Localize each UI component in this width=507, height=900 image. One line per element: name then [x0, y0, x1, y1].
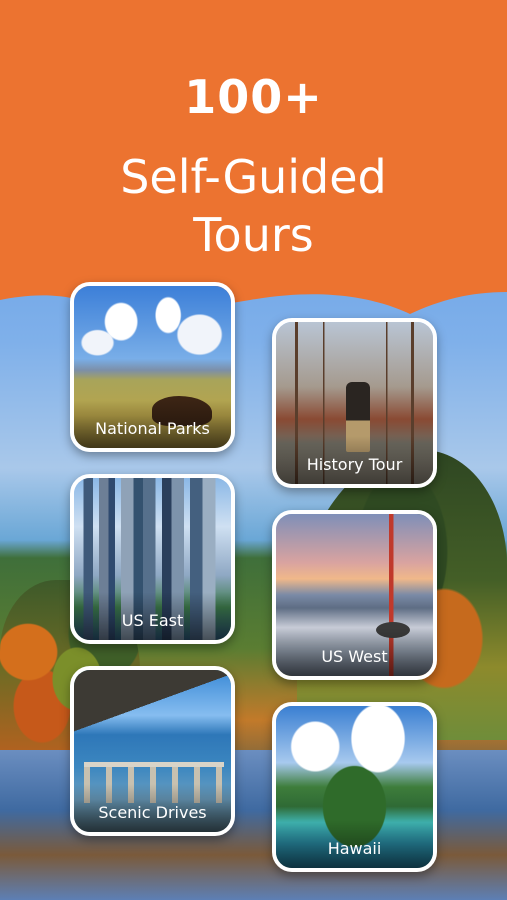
tour-card-label: US West	[276, 628, 433, 676]
headline-count: 100+	[184, 70, 323, 124]
tour-card-scenic-drives[interactable]: Scenic Drives	[70, 666, 235, 836]
headline-text: Self-Guided Tours	[0, 148, 507, 264]
tour-card-hawaii[interactable]: Hawaii	[272, 702, 437, 872]
tour-card-label: Scenic Drives	[74, 784, 231, 832]
tour-card-label: National Parks	[74, 400, 231, 448]
tour-card-history-tour[interactable]: History Tour	[272, 318, 437, 488]
tour-card-national-parks[interactable]: National Parks	[70, 282, 235, 452]
tour-card-label: US East	[74, 592, 231, 640]
tour-card-label: Hawaii	[276, 820, 433, 868]
headline-line-2: Tours	[193, 208, 314, 262]
tour-card-us-west[interactable]: US West	[272, 510, 437, 680]
headline-line-1: Self-Guided	[120, 150, 387, 204]
tour-card-label: History Tour	[276, 436, 433, 484]
tour-card-us-east[interactable]: US East	[70, 474, 235, 644]
